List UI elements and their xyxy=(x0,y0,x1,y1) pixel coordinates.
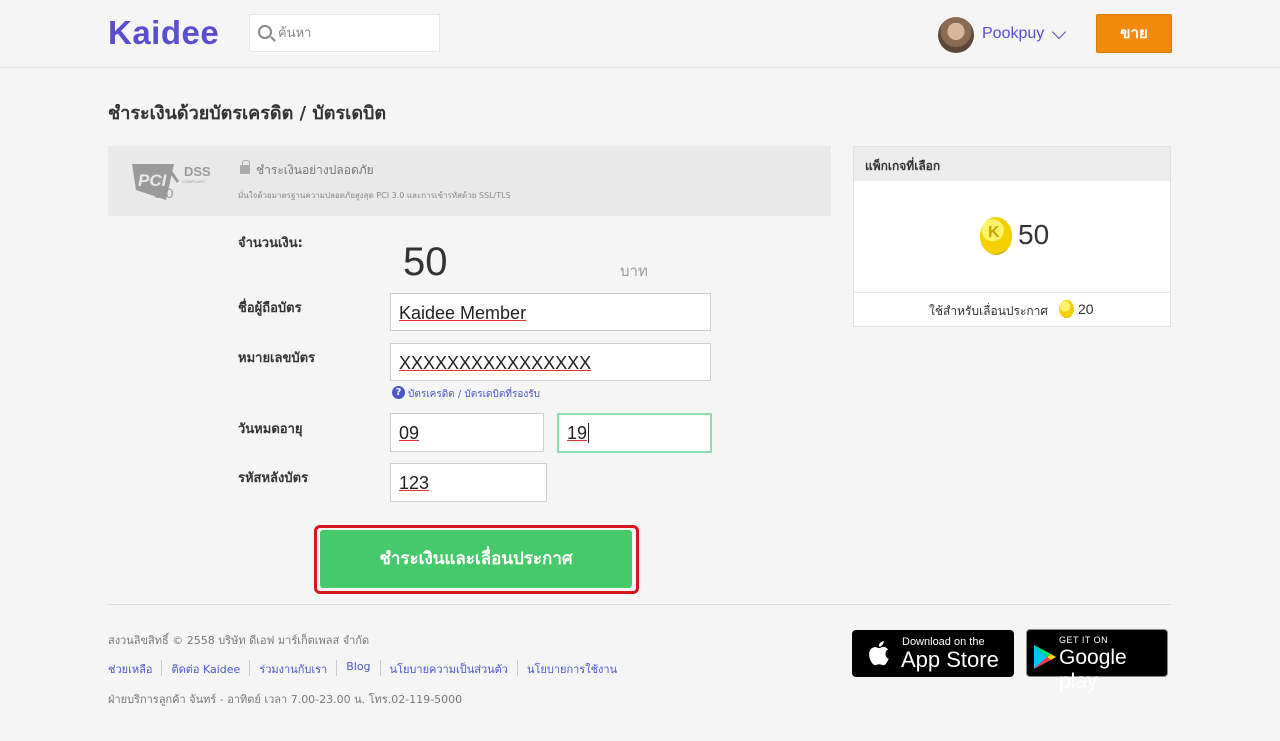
amount-unit: บาท xyxy=(620,262,648,280)
package-header: แพ็กเกจที่เลือก xyxy=(854,147,1170,181)
package-coin-amount: 50 xyxy=(1018,219,1050,250)
footer-links: ช่วยเหลือ ติดต่อ Kaidee ร่วมงานกับเรา Bl… xyxy=(108,660,626,676)
footer-link-careers[interactable]: ร่วมงานกับเรา xyxy=(249,660,336,676)
footer-link-privacy[interactable]: นโยบายความเป็นส่วนตัว xyxy=(379,660,517,676)
svg-text:3.0: 3.0 xyxy=(154,185,174,201)
search-input[interactable] xyxy=(278,23,428,43)
secure-payment-banner: PCI DSS COMPLIANT 3.0 ชำระเงินอย่างปลอดภ… xyxy=(108,146,831,216)
search-icon xyxy=(258,25,272,39)
app-store-badge[interactable]: Download on the App Store xyxy=(852,630,1014,677)
amount-label: จำนวนเงิน: xyxy=(238,236,303,251)
kaidee-logo[interactable]: Kaidee xyxy=(108,14,219,52)
lock-icon xyxy=(240,160,250,174)
expiry-year-field[interactable]: 19 xyxy=(557,413,712,453)
user-name[interactable]: Pookpuy xyxy=(982,25,1044,43)
footer-divider xyxy=(108,604,1171,605)
app-store-text: App Store xyxy=(901,647,999,672)
google-play-badge[interactable]: GET IT ON Google play xyxy=(1026,629,1168,693)
package-note: ใช้สำหรับเลื่อนประกาศ xyxy=(929,304,1049,318)
search-box[interactable] xyxy=(249,14,440,52)
cardholder-field[interactable]: Kaidee Member xyxy=(390,293,711,331)
pci-dss-logo: PCI DSS COMPLIANT 3.0 xyxy=(132,164,211,201)
cvv-value: 123 xyxy=(399,473,430,493)
package-note-coins: 20 xyxy=(1078,301,1094,317)
expiry-label: วันหมดอายุ xyxy=(238,422,303,437)
expiry-month-value: 09 xyxy=(399,423,420,443)
sell-button[interactable]: ขาย xyxy=(1096,14,1172,53)
help-icon[interactable]: ? xyxy=(392,386,405,399)
cvv-label: รหัสหลังบัตร xyxy=(238,471,309,486)
service-hours: ฝ่ายบริการลูกค้า จันทร์ - อาทิตย์ เวลา 7… xyxy=(108,693,463,706)
expiry-month-field[interactable]: 09 xyxy=(390,413,544,452)
apple-icon xyxy=(869,641,889,666)
google-play-text: Google play xyxy=(1059,646,1127,693)
package-divider xyxy=(854,292,1170,293)
coin-icon: K xyxy=(980,217,1012,255)
coin-icon xyxy=(1059,300,1074,318)
secure-title: ชำระเงินอย่างปลอดภัย xyxy=(256,163,374,177)
svg-text:DSS: DSS xyxy=(184,164,211,179)
svg-text:COMPLIANT: COMPLIANT xyxy=(182,179,206,184)
top-header: Kaidee Pookpuy ขาย xyxy=(0,0,1280,68)
avatar[interactable] xyxy=(938,17,974,53)
pay-and-boost-button[interactable]: ชำระเงินและเลื่อนประกาศ xyxy=(320,530,632,588)
cardholder-label: ชื่อผู้ถือบัตร xyxy=(238,301,302,316)
card-number-field[interactable]: XXXXXXXXXXXXXXXX xyxy=(390,343,711,381)
supported-cards-link[interactable]: บัตรเครดิต / บัตรเดบิตที่รองรับ xyxy=(408,387,540,402)
footer-link-blog[interactable]: Blog xyxy=(336,660,379,676)
card-number-value: XXXXXXXXXXXXXXXX xyxy=(399,353,592,373)
card-number-label: หมายเลขบัตร xyxy=(238,351,316,366)
expiry-year-value: 19 xyxy=(567,423,588,443)
package-title: แพ็กเกจที่เลือก xyxy=(865,159,941,173)
chevron-down-icon[interactable] xyxy=(1051,24,1067,40)
amount-value: 50 xyxy=(403,240,448,284)
copyright-text: สงวนลิขสิทธิ์ © 2558 บริษัท ดีเอฟ มาร์เก… xyxy=(108,634,370,647)
google-play-small-text: GET IT ON xyxy=(1059,635,1109,645)
cardholder-value: Kaidee Member xyxy=(399,303,527,323)
page-title: ชำระเงินด้วยบัตรเครดิต / บัตรเดบิต xyxy=(108,103,387,124)
footer-link-help[interactable]: ช่วยเหลือ xyxy=(108,660,161,676)
secure-description: มั่นใจด้วยมาตรฐานความปลอดภัยสูงสุด PCI 3… xyxy=(238,191,511,200)
selected-package-panel: แพ็กเกจที่เลือก K 50 ใช้สำหรับเลื่อนประก… xyxy=(853,146,1171,327)
text-cursor xyxy=(588,423,590,443)
footer-link-terms[interactable]: นโยบายการใช้งาน xyxy=(516,660,626,676)
google-play-icon xyxy=(1034,645,1056,669)
cvv-field[interactable]: 123 xyxy=(390,463,547,502)
footer-link-contact[interactable]: ติดต่อ Kaidee xyxy=(161,660,249,676)
